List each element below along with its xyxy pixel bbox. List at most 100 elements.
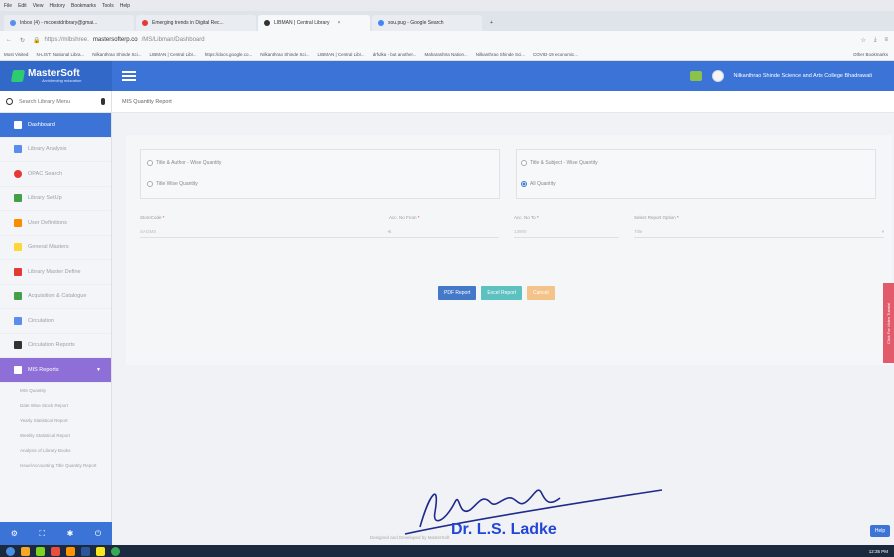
cancel-button[interactable]: Cancel — [527, 286, 555, 300]
menu-edit[interactable]: Edit — [18, 3, 27, 9]
gears-icon — [14, 194, 22, 203]
sidebar-item-circulation[interactable]: Circulation — [0, 309, 111, 334]
close-icon[interactable]: × — [337, 20, 340, 26]
download-icon[interactable]: ⤓ — [874, 37, 877, 44]
sidebar-item-label: MIS Reports — [28, 366, 59, 373]
acc-from-input[interactable]: 1 — [389, 226, 499, 238]
sidebar-item-circulation-reports[interactable]: Circulation Reports — [0, 334, 111, 358]
bookmark-item[interactable]: Nilkanthrao Shinde Sci... — [260, 52, 309, 57]
firefox-icon[interactable] — [66, 546, 75, 556]
bookmark-item[interactable]: Nilkanthrao Shinde Sci... — [476, 52, 525, 57]
folder-icon[interactable] — [96, 546, 105, 556]
chrome-icon[interactable] — [111, 546, 120, 556]
signature-name: Dr. L.S. Ladke — [451, 521, 557, 538]
bookmark-item[interactable]: COVID-19 economic... — [533, 52, 578, 57]
menu-help[interactable]: Help — [120, 3, 130, 9]
sidebar-subitem[interactable]: Yearly Statistical Report — [0, 413, 111, 428]
bookmark-item[interactable]: https://docs.google.co... — [205, 52, 253, 57]
report-option-select[interactable]: Title ▾ — [634, 226, 884, 238]
sidebar-item-acquisition[interactable]: Acquisition & Catalogue — [0, 285, 111, 309]
gear-icon[interactable]: ✱ — [67, 529, 74, 538]
radio-all-quantity[interactable]: All Quantity — [521, 181, 556, 187]
browser-tab[interactable]: sou.pug - Google Search — [372, 15, 482, 31]
browser-tab-active[interactable]: LIBMAN | Central Library × — [258, 15, 370, 31]
tab-favicon-icon — [10, 20, 16, 26]
hamburger-menu-icon[interactable] — [122, 71, 136, 81]
sidebar-item-general-masters[interactable]: General Masters — [0, 236, 111, 260]
radio-label: Title & Author - Wise Quantity — [156, 160, 222, 166]
acc-from-label: Acc. No From * — [389, 215, 420, 220]
home-icon — [14, 120, 22, 129]
notification-icon[interactable] — [689, 71, 702, 81]
radio-button[interactable] — [147, 160, 153, 166]
video-tutorial-tab[interactable]: Click For Video Tutorial — [883, 283, 894, 363]
sidebar-subitem[interactable]: Weekly Statistical Report — [0, 428, 111, 443]
sidebar-search-input[interactable] — [19, 98, 95, 105]
avatar[interactable] — [711, 70, 724, 82]
reload-icon[interactable]: ↻ — [20, 37, 25, 44]
reports-icon — [14, 365, 22, 374]
word-icon[interactable] — [81, 546, 90, 556]
back-arrow-icon[interactable]: ← — [6, 37, 12, 43]
menu-file[interactable]: File — [4, 3, 12, 9]
browser-tabbar: Inbox (4) - mcoestdribrary@gmai... Emerg… — [0, 11, 894, 31]
sidebar-subitem[interactable]: Date Wise Stock Report — [0, 398, 111, 413]
sidebar-item-dashboard[interactable]: Dashboard — [0, 113, 111, 138]
menu-bookmarks[interactable]: Bookmarks — [71, 3, 96, 9]
sidebar-item-opac-search[interactable]: OPAC Search — [0, 162, 111, 187]
acc-to-input[interactable]: 13900 — [514, 226, 619, 238]
explorer-icon[interactable] — [21, 546, 30, 556]
sidebar-subitem[interactable]: Analysis of Library Books — [0, 443, 111, 458]
menu-history[interactable]: History — [49, 3, 65, 9]
address-bar[interactable]: 🔒 https://mlbshree. mastersofterp.co/MS/L… — [33, 34, 852, 46]
settings-icon[interactable]: ⚙ — [11, 529, 18, 538]
help-button[interactable]: Help — [870, 525, 890, 537]
refresh-icon — [14, 316, 22, 325]
sidebar-item-user-definitions[interactable]: User Definitions — [0, 211, 111, 236]
bookmark-item[interactable]: LIBMAN | Central Libr... — [318, 52, 365, 57]
excel-report-button[interactable]: Excel Report — [481, 286, 523, 300]
sidebar-item-label: General Masters — [28, 244, 69, 251]
browser-tab[interactable]: Inbox (4) - mcoestdribrary@gmai... — [4, 15, 134, 31]
fullscreen-icon[interactable]: ⛶ — [39, 529, 45, 539]
brand-logo[interactable]: MasterSoft Architecting education — [0, 61, 112, 91]
microphone-icon[interactable] — [101, 98, 105, 105]
menu-view[interactable]: View — [33, 3, 44, 9]
breadcrumb: MIS Quantity Report — [112, 91, 894, 113]
bookmark-item[interactable]: N-LIST: National Libra... — [36, 52, 84, 57]
radio-title-author[interactable]: Title & Author - Wise Quantity — [147, 160, 221, 166]
institution-name[interactable]: Nilkanthrao Shinde Science and Arts Coll… — [734, 73, 873, 79]
start-icon[interactable] — [6, 546, 15, 556]
menu-lines-icon[interactable]: ≡ — [884, 37, 888, 43]
sidebar-subitem[interactable]: Issue/Accounting Title Quantity Report — [0, 458, 111, 473]
power-icon[interactable]: ⏻ — [95, 529, 101, 539]
bookmark-item[interactable]: Nilkanthrao Shinde Sci... — [92, 52, 141, 57]
leaf-icon — [14, 292, 22, 301]
bookmark-item[interactable]: LIBMAN | Central Libr... — [150, 52, 197, 57]
menu-tools[interactable]: Tools — [102, 3, 114, 9]
radio-button-checked[interactable] — [521, 181, 527, 187]
star-icon[interactable]: ☆ — [860, 37, 865, 44]
sidebar-item-library-master-define[interactable]: Library Master Define — [0, 260, 111, 285]
storecode-select[interactable]: SAGMS ▾ — [140, 226, 390, 238]
sidebar-item-library-setup[interactable]: Library SetUp — [0, 187, 111, 211]
chevron-down-icon: ▾ — [881, 228, 884, 234]
browser-icon[interactable] — [51, 546, 60, 556]
tab-label: Inbox (4) - mcoestdribrary@gmai... — [20, 20, 98, 26]
media-icon[interactable] — [36, 546, 45, 556]
new-tab-button[interactable]: + — [484, 15, 499, 31]
other-bookmarks[interactable]: Other Bookmarks — [853, 52, 888, 57]
browser-tab[interactable]: Emerging trends in Digital Rec... — [136, 15, 256, 31]
pdf-report-button[interactable]: PDF Report — [438, 286, 477, 300]
acc-to-label: Acc. No To * — [514, 215, 539, 220]
sidebar-subitem[interactable]: MIS Quantity — [0, 383, 111, 398]
bookmark-item[interactable]: drfulka - but another... — [373, 52, 417, 57]
bookmark-item[interactable]: Maharashtra Nation... — [424, 52, 467, 57]
radio-button[interactable] — [147, 181, 153, 187]
sidebar-item-library-analysis[interactable]: Library Analysis — [0, 138, 111, 162]
radio-title-subject[interactable]: Title & Subject - Wise Quantity — [521, 160, 598, 166]
radio-title-wise[interactable]: Title Wise Quantity — [147, 181, 198, 187]
sidebar-item-mis-reports[interactable]: MIS Reports ▼ — [0, 358, 111, 383]
radio-button[interactable] — [521, 160, 527, 166]
bookmark-item[interactable]: Most Visited — [4, 52, 28, 57]
